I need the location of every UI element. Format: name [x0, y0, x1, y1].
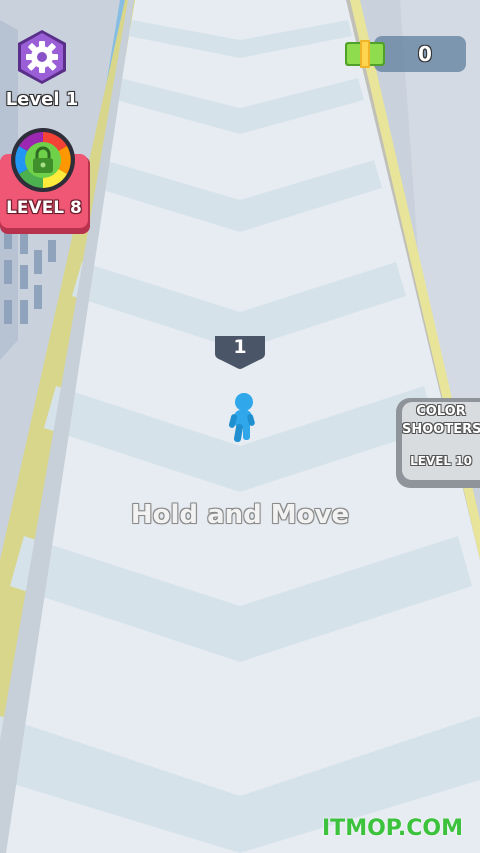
crowd-count-badge: 1: [213, 334, 267, 370]
promo-title-line1: COLOR: [416, 404, 466, 419]
padlock-icon: [33, 146, 53, 173]
unlock-card-background: [0, 128, 90, 234]
gear-icon: [18, 30, 66, 84]
player-character[interactable]: [226, 392, 258, 444]
settings-button[interactable]: [16, 28, 68, 86]
color-shooters-promo-button[interactable]: COLOR SHOOTERS LEVEL 10: [396, 398, 480, 490]
promo-title-line2: SHOOTERS: [402, 422, 480, 437]
crowd-count-value: 1: [233, 336, 247, 358]
cash-value: 0: [418, 42, 432, 66]
cash-counter: 0: [344, 36, 466, 72]
hold-and-move-hint: Hold and Move: [130, 500, 350, 530]
site-watermark: ITMOP.COM: [322, 816, 463, 841]
promo-level-label: LEVEL 10: [410, 454, 472, 468]
current-level-label: Level 1: [5, 89, 79, 110]
next-unlock-card[interactable]: LEVEL 8: [0, 128, 90, 234]
next-unlock-level-label: LEVEL 8: [6, 198, 82, 218]
